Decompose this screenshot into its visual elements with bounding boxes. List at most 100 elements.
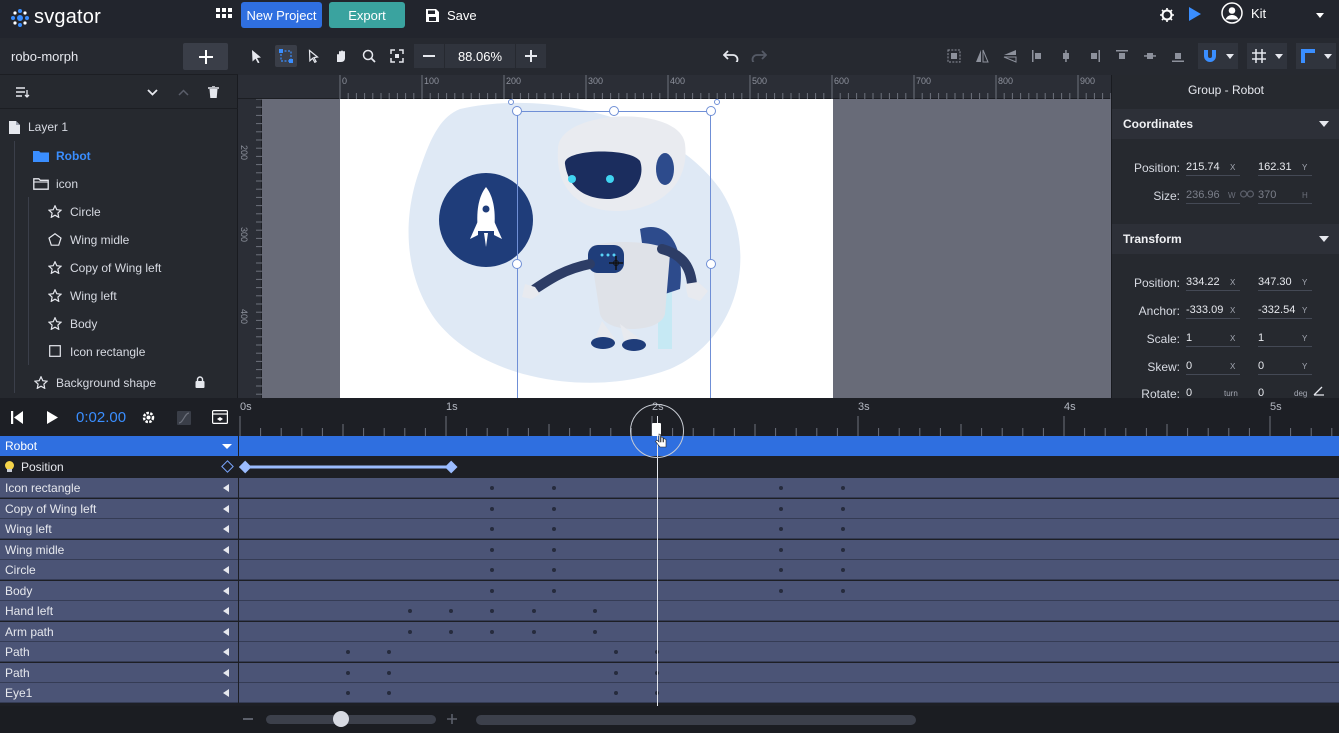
keyframe-dot[interactable] [490, 506, 495, 511]
track-lane[interactable] [239, 478, 1339, 498]
keyframe-dot[interactable] [552, 568, 557, 572]
position-keyframe[interactable] [239, 460, 252, 474]
keyframe-dot[interactable] [778, 486, 783, 490]
horizontal-scrollbar[interactable] [476, 715, 916, 725]
track-lane[interactable] [239, 621, 1339, 642]
expand-track-chevron-icon[interactable] [223, 648, 229, 656]
gear-icon[interactable] [141, 410, 156, 425]
keyframe-dot[interactable] [387, 650, 392, 654]
current-time[interactable]: 0:02.00 [76, 409, 126, 426]
rotate-handle[interactable] [714, 99, 720, 105]
keyframe-dot[interactable] [407, 609, 412, 613]
timeline-track-row[interactable]: Wing left [0, 519, 1339, 539]
layer-item-wing-midle[interactable]: Wing midle [0, 225, 238, 253]
keyframe-dot[interactable] [490, 629, 495, 634]
keyframe-dot[interactable] [840, 547, 845, 552]
resize-handle[interactable] [512, 106, 522, 116]
timeline-track-row[interactable]: Arm path [0, 621, 1339, 642]
chevron-up-icon[interactable] [178, 89, 189, 96]
expand-track-chevron-icon[interactable] [223, 545, 229, 554]
project-name[interactable]: robo-morph [11, 49, 78, 64]
track-lane[interactable] [239, 580, 1339, 601]
canvas-area[interactable]: 0 100 200 300 400 500 600 700 800 900 20… [238, 75, 1111, 398]
keyframe-dot[interactable] [407, 629, 412, 634]
expand-track-chevron-icon[interactable] [223, 668, 229, 677]
timeline-zoom-slider[interactable] [266, 715, 436, 724]
track-lane[interactable] [239, 642, 1339, 662]
align-top-icon[interactable] [1113, 47, 1131, 65]
new-project-button[interactable]: New Project [241, 2, 322, 28]
layer-item-background-shape[interactable]: Background shape [0, 368, 238, 396]
layer-root[interactable]: Layer 1 [0, 113, 238, 141]
transform-header[interactable]: Transform [1112, 224, 1339, 254]
resize-handle[interactable] [706, 106, 716, 116]
play-preview-icon[interactable] [1189, 7, 1201, 24]
expand-track-chevron-icon[interactable] [223, 525, 229, 533]
expand-track-chevron-icon[interactable] [223, 607, 229, 615]
play-icon[interactable] [47, 411, 58, 424]
add-layer-button[interactable] [183, 43, 228, 70]
add-keyframe-diamond-icon[interactable] [221, 460, 234, 473]
keyframe-dot[interactable] [840, 588, 845, 593]
hand-tool-icon[interactable] [332, 47, 350, 65]
keyframe-dot[interactable] [346, 691, 351, 695]
chevron-down-icon[interactable] [147, 89, 158, 96]
angle-icon[interactable] [1313, 386, 1325, 396]
keyframe-dot[interactable] [613, 650, 618, 654]
keyframe-dot[interactable] [387, 691, 392, 695]
expand-track-chevron-icon[interactable] [223, 504, 229, 513]
expand-track-chevron-icon[interactable] [223, 586, 229, 595]
export-button[interactable]: Export [329, 2, 405, 28]
playhead-line[interactable] [657, 416, 659, 706]
track-lane[interactable] [239, 662, 1339, 683]
keyframe-dot[interactable] [346, 650, 351, 654]
track-lane[interactable] [239, 519, 1339, 539]
keyframe-dot[interactable] [449, 629, 454, 634]
snap-magnet-dropdown[interactable] [1198, 43, 1238, 69]
keyframe-dot[interactable] [840, 568, 845, 572]
select-tool-icon[interactable] [247, 47, 265, 65]
keyframe-dot[interactable] [552, 547, 557, 552]
svgator-logo[interactable]: svgator [10, 6, 101, 29]
trash-icon[interactable] [208, 86, 219, 98]
keyframe-dot[interactable] [387, 670, 392, 675]
keyframe-dot[interactable] [552, 527, 557, 531]
layer-item-wing-left[interactable]: Wing left [0, 281, 238, 309]
keyframe-dot[interactable] [778, 588, 783, 593]
track-group-lane[interactable] [239, 436, 1339, 456]
grid-dropdown[interactable] [1247, 43, 1287, 69]
timeline-track-row[interactable]: Path [0, 662, 1339, 683]
keyframe-dot[interactable] [552, 588, 557, 593]
undo-icon[interactable] [722, 47, 740, 65]
keyframe-dot[interactable] [531, 609, 536, 613]
sort-layers-icon[interactable] [16, 87, 30, 98]
timeline-track-row[interactable]: Copy of Wing left [0, 498, 1339, 519]
timeline-track-row[interactable]: Hand left [0, 601, 1339, 621]
transform-tool-icon[interactable] [275, 45, 297, 67]
keyframe-dot[interactable] [490, 547, 495, 552]
zoom-in-timeline-icon[interactable] [447, 714, 457, 724]
keyframe-dot[interactable] [778, 568, 783, 572]
align-middle-icon[interactable] [1141, 47, 1159, 65]
position-keyframe[interactable] [444, 460, 458, 474]
track-lane[interactable] [239, 683, 1339, 703]
resize-handle[interactable] [512, 259, 522, 269]
track-lane[interactable] [239, 601, 1339, 621]
keyframe-dot[interactable] [593, 609, 598, 613]
zoom-slider-thumb[interactable] [333, 711, 349, 727]
timeline-view-icon[interactable] [212, 410, 228, 424]
keyframe-dot[interactable] [449, 609, 454, 613]
keyframe-dot[interactable] [593, 629, 598, 634]
keyframe-dot[interactable] [490, 486, 495, 490]
timeline-track-row[interactable]: Path [0, 642, 1339, 662]
keyframe-dot[interactable] [552, 486, 557, 490]
node-tool-icon[interactable] [304, 47, 322, 65]
zoom-level-input[interactable]: 88.06% [445, 44, 515, 68]
layer-item-icon-rectangle[interactable]: Icon rectangle [0, 337, 238, 365]
timeline-track-row[interactable]: Circle [0, 560, 1339, 580]
keyframe-dot[interactable] [778, 547, 783, 552]
track-lane[interactable] [239, 539, 1339, 560]
position-keyframes[interactable] [239, 457, 1339, 477]
keyframe-dot[interactable] [490, 568, 495, 572]
keyframe-dot[interactable] [490, 527, 495, 531]
